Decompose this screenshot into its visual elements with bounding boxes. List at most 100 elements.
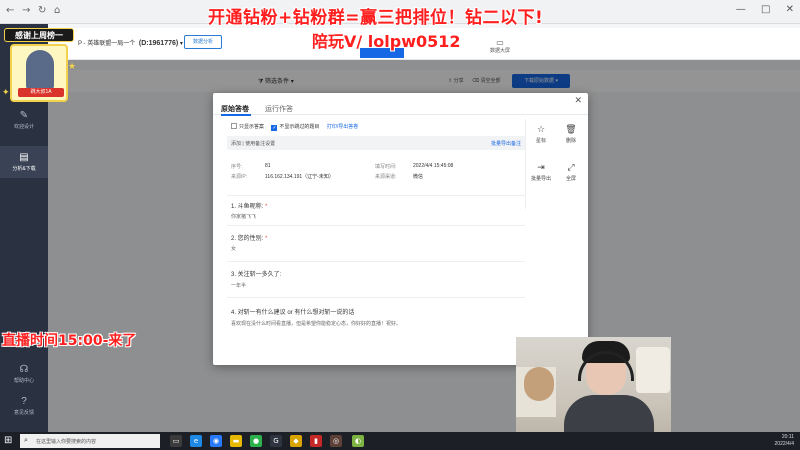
modal-tabs: 原始答卷 运行作答 [213, 93, 588, 116]
monitor-icon: ▭ [496, 38, 504, 47]
tab-label: 数据大屏 [490, 48, 511, 54]
edge-browser-icon[interactable]: e [190, 435, 202, 447]
game-client-icon[interactable]: ◆ [290, 435, 302, 447]
app-icon[interactable]: ◐ [352, 435, 364, 447]
notes-settings-link[interactable]: 添加 | 使用备注设置 [231, 141, 275, 147]
live-time-text: 直播时间15:00-来了 [2, 333, 137, 349]
channel-label: 来源渠道: [375, 174, 397, 180]
fullscreen-button[interactable]: ⤢ 全屏 [556, 163, 586, 182]
star-icon: ☆ [536, 125, 546, 135]
hide-skipped-label: 不显示跳过的题目 [279, 124, 320, 130]
sidebar-item-analysis[interactable]: ▤ 分析&下载 [0, 146, 48, 178]
project-name: P - 英雄联盟一局一个 [78, 41, 136, 47]
star-button[interactable]: ☆ 星标 [526, 125, 556, 144]
sidebar-item-feedback[interactable]: ? 意见反馈 [0, 396, 48, 416]
sidebar-item-label: 意见反馈 [13, 410, 34, 416]
background-lamp [636, 347, 670, 393]
data-analysis-button[interactable]: 数据分析 [184, 35, 222, 49]
thanks-badge: 感谢上周榜一 跳大叔1A ★ ✦ [2, 26, 76, 104]
sidebar-item-help[interactable]: ☊ 帮助中心 [0, 364, 48, 384]
windows-start-icon[interactable]: ⊞ [4, 435, 12, 446]
star-icon: ✦ [2, 88, 10, 98]
batch-export-notes-link[interactable]: 批量导出备注 [491, 140, 521, 147]
search-placeholder: 在这里输入你要搜索的内容 [36, 439, 97, 445]
thanks-card: 跳大叔1A [10, 44, 68, 102]
fullscreen-icon: ⤢ [567, 163, 575, 173]
ip-label: 来源IP: [231, 174, 248, 180]
teddy-bear [524, 367, 554, 401]
seq-value: 81 [265, 163, 271, 169]
sidebar-item-label: 帮助中心 [13, 378, 34, 384]
time-label: 填写时间: [375, 164, 397, 170]
star-icon: ★ [68, 62, 77, 72]
answer-3: 一年半 [231, 283, 247, 289]
delete-button[interactable]: 🗑 删除 [556, 125, 586, 144]
display-options: 只显示答案 ✓ 不显示跳过的题目 打印/导出答卷 [231, 123, 358, 131]
star-label: 星标 [535, 138, 546, 144]
channel-value: 微信 [413, 174, 424, 180]
answer-2: 女 [231, 246, 237, 252]
answer-4: 喜欢现在没什么时间看直播，但是希望你能稳定心态，你好好的直播！祝好。 [231, 321, 402, 327]
browser-icon[interactable]: ◉ [210, 435, 222, 447]
tab-original-answer[interactable]: 原始答卷 [221, 104, 249, 114]
question-3: 3. 关注斩一多久了: [231, 272, 282, 278]
time-value: 2022/4/4 15:45:08 [413, 163, 454, 169]
question-text: 2. 您的性别: [231, 236, 264, 242]
question-1: 1. 斗鱼昵称: * [231, 201, 267, 210]
wechat-icon[interactable]: ● [250, 435, 262, 447]
clock-date: 2022/4/4 [774, 441, 794, 447]
maximize-button[interactable]: □ [761, 4, 770, 15]
trash-icon: 🗑 [565, 125, 577, 135]
obs-icon[interactable]: ◎ [330, 435, 342, 447]
close-window-button[interactable]: ✕ [786, 4, 794, 15]
fullscreen-label: 全屏 [565, 176, 576, 182]
headset-icon: ☊ [19, 364, 29, 375]
hide-skipped-checkbox[interactable]: ✓ [271, 125, 278, 131]
search-icon: ⌕ [24, 436, 28, 444]
folder-icon[interactable]: ▬ [230, 435, 242, 447]
forward-icon[interactable]: → [22, 5, 30, 16]
sidebar-item-label: 欢迎设计 [13, 124, 34, 130]
required-mark: * [265, 236, 268, 242]
back-icon[interactable]: ← [6, 5, 14, 16]
browser-window: ← → ↻ ⌂ — □ ✕ ✎ 欢迎设计 ▤ 分析&下载 ☊ 帮助中心 ? 意见… [0, 0, 800, 432]
thanks-title: 感谢上周榜一 [4, 28, 74, 42]
print-export-link[interactable]: 打印/导出答卷 [327, 124, 358, 130]
question-2: 2. 您的性别: * [231, 233, 267, 242]
batch-export-label: 批量导出 [530, 176, 551, 182]
active-tab-underline [221, 114, 251, 116]
only-answered-label: 只显示答案 [239, 124, 265, 130]
modal-side-actions: ☆ 星标 🗑 删除 ⇥ 批量导出 ⤢ 全屏 [525, 119, 585, 209]
answer-1: 你家猪飞飞 [231, 214, 257, 220]
question-text: 1. 斗鱼昵称: [231, 204, 264, 210]
system-tray-clock[interactable]: 20:11 2022/4/4 [775, 434, 794, 448]
project-title: P - 英雄联盟一局一个 (D:1961776) ▾ [78, 38, 183, 47]
clock-time: 20:11 [781, 434, 794, 440]
question-icon: ? [21, 396, 27, 407]
export-icon: ⇥ [537, 163, 545, 173]
batch-export-button[interactable]: ⇥ 批量导出 [526, 163, 556, 182]
divider [227, 195, 525, 196]
answer-sheet-modal: ✕ 原始答卷 运行作答 只显示答案 ✓ 不显示跳过的题目 打印/导出答卷 添加 |… [213, 93, 588, 365]
chevron-down-icon[interactable]: ▾ [180, 41, 183, 47]
tab-data-screen[interactable]: ▭ 数据大屏 [490, 38, 510, 54]
minimize-button[interactable]: — [736, 4, 746, 15]
response-metadata: 序号: 81 填写时间: 2022/4/4 15:45:08 来源IP: 116… [231, 163, 521, 183]
sidebar-item-welcome[interactable]: ✎ 欢迎设计 [0, 110, 48, 130]
only-answered-checkbox[interactable] [231, 123, 237, 129]
taskbar-search[interactable]: ⌕ 在这里输入你要搜索的内容 [20, 434, 160, 448]
app-icon[interactable]: ▮ [310, 435, 322, 447]
game-icon[interactable]: G [270, 435, 282, 447]
ip-value: 116.162.134.191（辽宁-未知） [265, 174, 334, 180]
divider [227, 261, 525, 262]
tab-run-answer[interactable]: 运行作答 [265, 104, 293, 114]
home-icon[interactable]: ⌂ [54, 5, 60, 16]
stream-banner-line1: 开通钻粉+钻粉群=赢三把排位！钻二以下! [208, 8, 544, 28]
divider [227, 225, 525, 226]
windows-taskbar: ⊞ ⌕ 在这里输入你要搜索的内容 ▭ e ◉ ▬ ● G ◆ ▮ ◎ ◐ 20:… [0, 432, 800, 450]
project-id: (D:1961776) [138, 40, 179, 47]
window-controls: — □ ✕ [724, 4, 794, 15]
task-view-icon[interactable]: ▭ [170, 435, 182, 447]
reload-icon[interactable]: ↻ [38, 5, 46, 16]
chart-icon: ▤ [19, 152, 29, 163]
